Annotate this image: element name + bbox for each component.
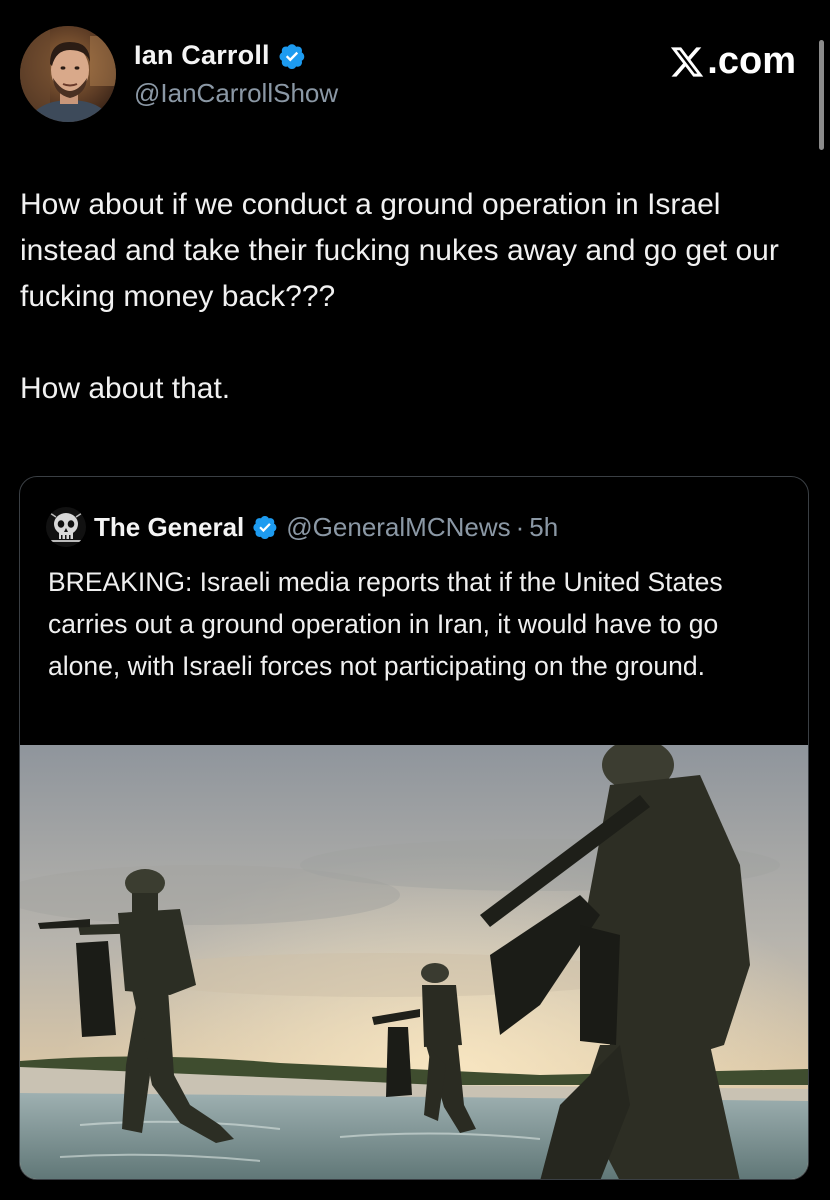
verified-badge-icon [278,42,306,70]
quoted-tweet-image[interactable] [20,739,808,1179]
author-name[interactable]: Ian Carroll [134,40,270,71]
tweet-body: How about if we conduct a ground operati… [20,182,810,412]
quoted-tweet-card[interactable]: The General @GeneralMCNews · 5h BREAKING… [19,476,809,1180]
soldiers-beach-landing-photo [20,739,808,1179]
quoted-author-name[interactable]: The General [94,512,244,543]
quoted-author-handle[interactable]: @GeneralMCNews [286,512,510,543]
tweet-header: Ian Carroll @IanCarrollShow .com [18,26,808,126]
author-handle[interactable]: @IanCarrollShow [134,78,338,109]
brand-text: .com [707,40,796,82]
quoted-tweet-header: The General @GeneralMCNews · 5h [46,507,558,547]
brand-label: .com [669,40,796,83]
skull-avatar-icon [46,507,86,547]
scrollbar[interactable] [819,40,824,150]
tweet-paragraph-2: How about that. [20,372,231,405]
author-avatar[interactable] [20,26,116,122]
verified-badge-icon [252,514,278,540]
author-avatar-image [20,26,116,122]
meta-separator: · [515,511,525,542]
quoted-timestamp[interactable]: 5h [529,512,558,543]
author-name-row: Ian Carroll [134,40,306,71]
tweet-paragraph-1: How about if we conduct a ground operati… [20,188,779,313]
x-logo-icon [669,44,705,80]
quoted-tweet-text: BREAKING: Israeli media reports that if … [48,567,723,681]
quoted-author-avatar[interactable] [46,507,86,547]
